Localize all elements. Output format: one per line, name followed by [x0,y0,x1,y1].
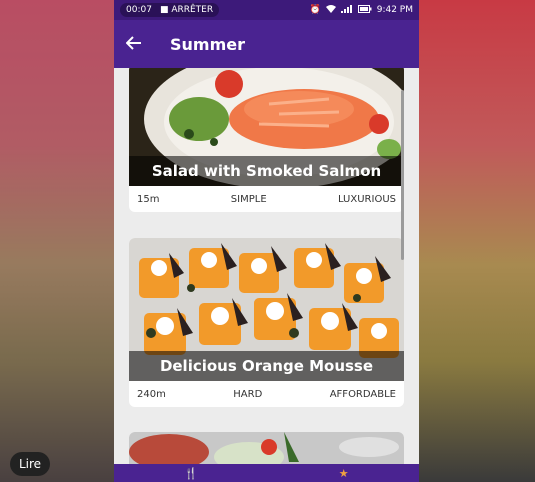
meal-complexity: SIMPLE [230,193,267,205]
alarm-icon: ⏰ [309,5,321,15]
meal-image: Salad with Smoked Salmon [129,68,404,186]
meal-meta: 240m HARD AFFORDABLE [129,381,404,407]
wifi-icon [325,4,336,16]
record-time: 00:07 [126,5,152,15]
screen-record-pill[interactable]: 00:07 ■ ARRÊTER [120,3,220,17]
meal-list[interactable]: Salad with Smoked Salmon 15m SIMPLE LUXU… [114,68,419,464]
meal-title: Delicious Orange Mousse [129,351,404,381]
meal-duration: 15m [137,193,160,205]
scrollbar[interactable] [401,90,404,260]
favorites-tab-icon[interactable]: ★ [339,467,349,480]
app-bar: Summer [114,20,419,68]
status-icons: ⏰ 9:42 PM [309,4,413,16]
page-title: Summer [170,34,245,54]
status-bar: 00:07 ■ ARRÊTER ⏰ 9:42 PM [114,0,419,20]
read-button[interactable]: Lire [10,452,50,476]
meal-card[interactable]: Delicious Orange Mousse 240m HARD AFFORD… [129,238,404,407]
meal-meta: 15m SIMPLE LUXURIOUS [129,186,404,212]
background-right [419,0,535,482]
meal-card[interactable] [129,432,404,464]
meal-affordability: AFFORDABLE [329,388,396,400]
meal-card[interactable]: Salad with Smoked Salmon 15m SIMPLE LUXU… [129,68,404,212]
meal-image: Delicious Orange Mousse [129,238,404,381]
back-arrow-icon[interactable] [114,34,154,55]
meal-image [129,432,404,464]
battery-icon [357,4,372,16]
meal-complexity: HARD [233,388,263,400]
background-left [0,0,114,482]
meal-affordability: LUXURIOUS [337,193,396,205]
meals-tab-icon[interactable]: 🍴 [184,467,198,480]
meal-duration: 240m [137,388,166,400]
meal-title: Salad with Smoked Salmon [129,156,404,186]
bottom-tab-bar: 🍴 ★ [114,464,419,482]
phone-screen: 00:07 ■ ARRÊTER ⏰ 9:42 PM Summer Salad w… [114,0,419,482]
signal-icon [340,4,353,16]
stop-label: ■ ARRÊTER [159,5,214,15]
clock-text: 9:42 PM [376,5,413,15]
